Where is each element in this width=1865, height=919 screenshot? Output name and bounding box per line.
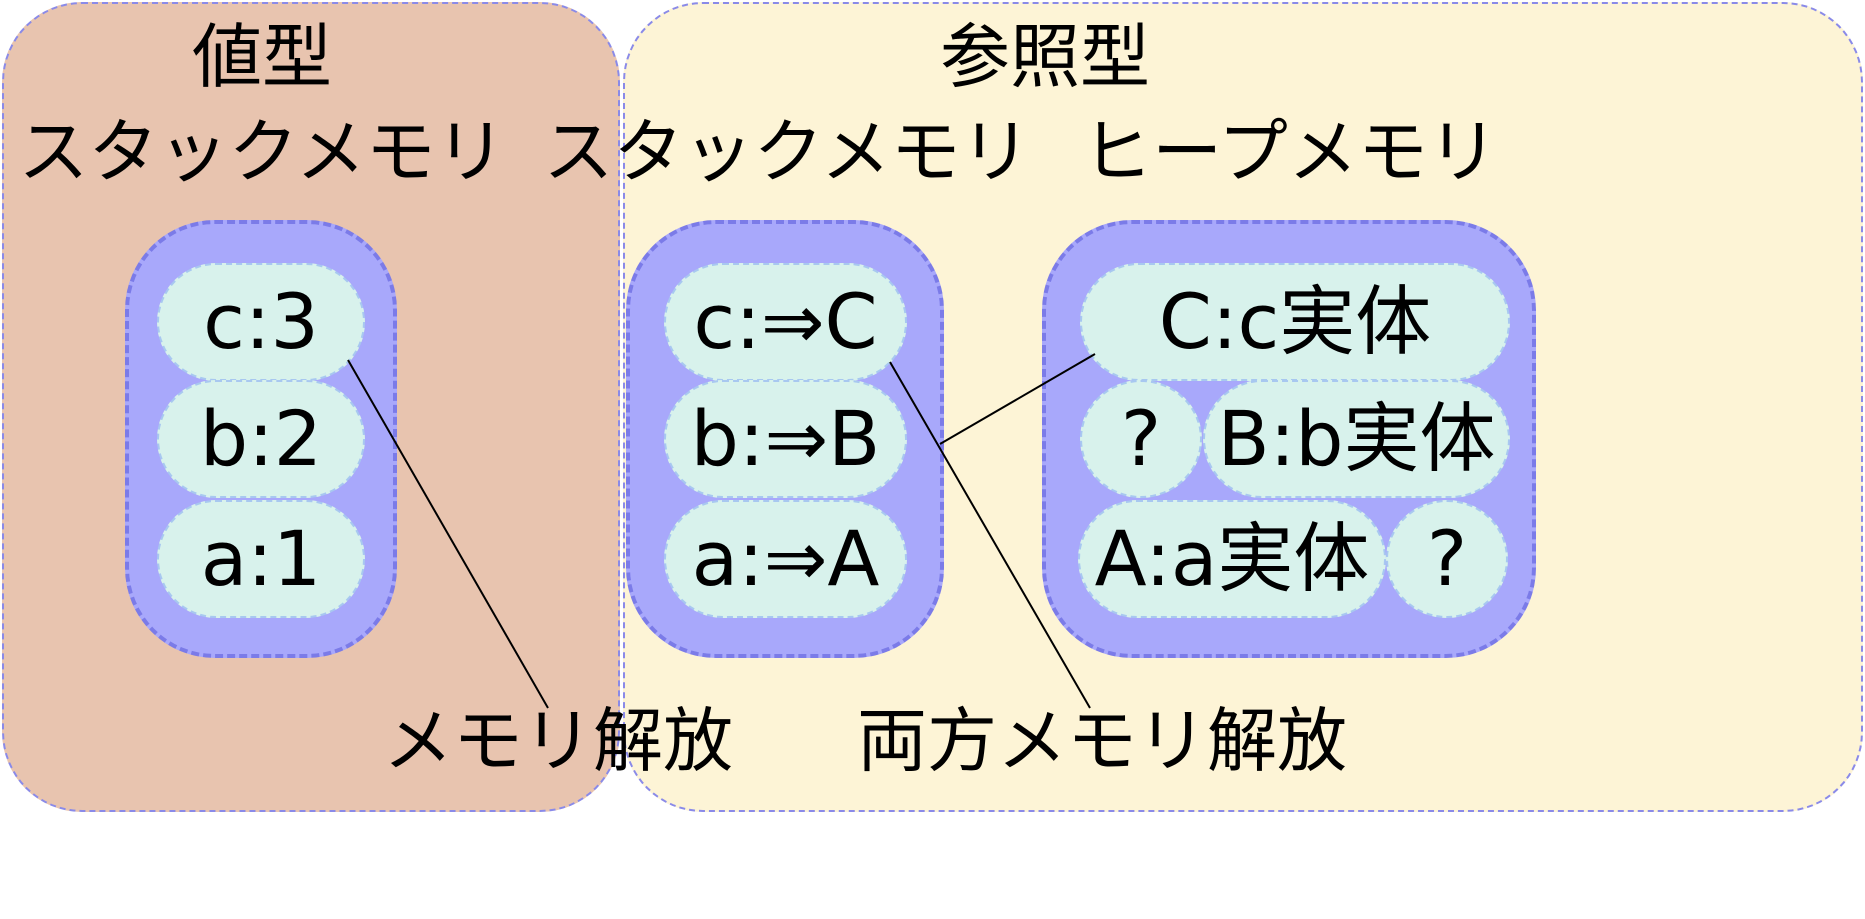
value-type-title: 値型 — [192, 16, 332, 98]
reference-stack-label: スタックメモリ — [543, 111, 1031, 193]
heap-item-b: B:b実体 — [1203, 380, 1510, 498]
value-stack-item-b: b:2 — [157, 380, 365, 498]
heap-item-c: C:c実体 — [1080, 263, 1510, 381]
heap-free-slot: ? — [1080, 380, 1202, 498]
value-stack-item-c: c:3 — [157, 263, 365, 381]
heap-free-slot: ? — [1386, 500, 1508, 618]
reference-stack-item-a: a:⇒A — [664, 500, 907, 618]
value-release-caption: メモリ解放 — [383, 700, 733, 782]
reference-type-title: 参照型 — [940, 16, 1150, 98]
both-release-caption: 両方メモリ解放 — [857, 700, 1347, 782]
heap-item-a: A:a実体 — [1078, 500, 1386, 618]
heap-label: ヒープメモリ — [1082, 111, 1498, 193]
value-stack-item-a: a:1 — [157, 500, 365, 618]
reference-stack-item-b: b:⇒B — [664, 380, 907, 498]
value-stack-label: スタックメモリ — [18, 111, 506, 193]
reference-stack-item-c: c:⇒C — [664, 263, 907, 381]
